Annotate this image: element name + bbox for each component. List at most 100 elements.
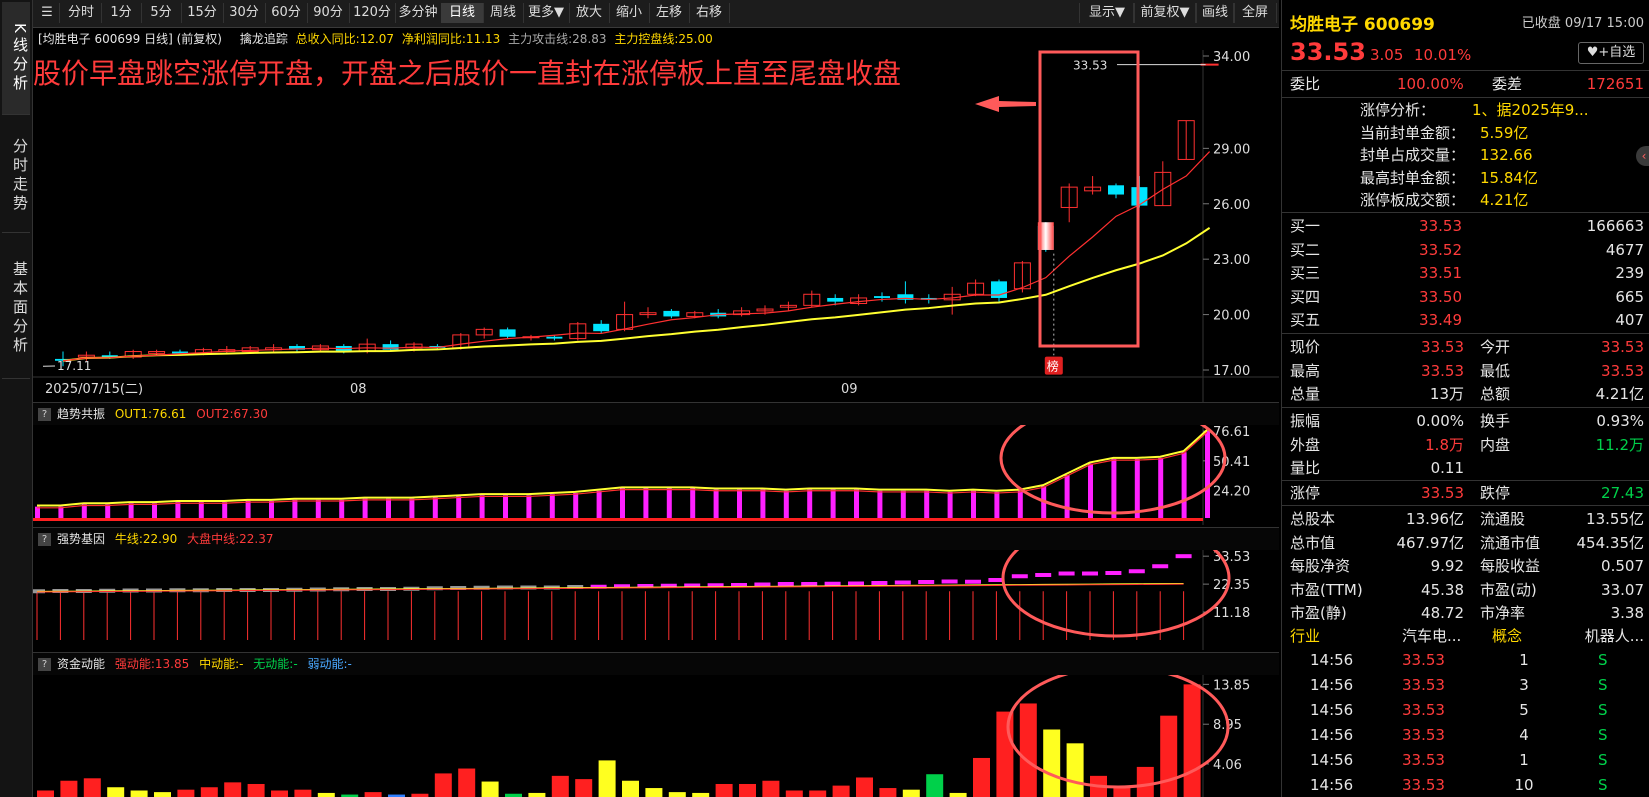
control-line — [62, 227, 1211, 362]
trend-bar — [479, 495, 485, 518]
stat-label: 涨停 — [1290, 484, 1321, 502]
add-watchlist-button[interactable]: ♥+自选 — [1578, 42, 1644, 64]
stat-row: 现价 33.53 今开 33.53 — [1282, 335, 1649, 359]
gene-dash — [1035, 573, 1052, 577]
toolbar-item-10[interactable]: 周线 — [483, 3, 524, 23]
panel1-title[interactable]: 趋势共振 — [57, 407, 105, 421]
momentum-bar — [996, 711, 1014, 797]
profit-yoy: 净利润同比:11.13 — [401, 32, 501, 46]
stat-label: 总量 — [1290, 385, 1321, 403]
candle-body — [499, 329, 516, 337]
x-tick-label: 09 — [841, 382, 858, 397]
stat-value: 33.53 — [1601, 338, 1644, 356]
y-tick-label: 26.00 — [1213, 198, 1250, 213]
panel3-title[interactable]: 资金动能 — [57, 657, 105, 671]
candlestick-chart[interactable]: 34.00 29.00 26.00 23.00 20.00 17.00 2025/07/15… — [33, 50, 1279, 402]
momentum-bar — [785, 790, 803, 797]
toolbar-item-4[interactable]: 30分 — [223, 3, 266, 23]
toolbar-right-item-1[interactable]: 前复权▼ — [1133, 3, 1197, 23]
momentum-bar — [294, 789, 312, 797]
toolbar-right-item-0[interactable]: 显示▼ — [1079, 3, 1135, 23]
trend-bar — [292, 499, 298, 518]
momentum-bar — [177, 789, 195, 797]
tab-timeshare[interactable]: 分时走势 — [2, 120, 30, 233]
capital-momentum-chart[interactable]: 13.858.954.06⚙✕ — [33, 675, 1279, 797]
bid-volume: 665 — [1615, 287, 1644, 306]
momentum-bar — [528, 792, 546, 797]
toolbar-item-8[interactable]: 多分钟 — [395, 3, 442, 23]
gene-dash — [894, 580, 911, 585]
stat-label: 外盘 — [1290, 435, 1321, 454]
concept-value[interactable]: 机器人... — [1585, 624, 1644, 648]
toolbar-item-1[interactable]: 1分 — [101, 3, 142, 23]
tab-kline[interactable]: K线分析 — [2, 2, 30, 115]
bid-price: 33.49 — [1419, 311, 1462, 329]
stat-label: 最低 — [1480, 361, 1511, 380]
momentum-bar — [1113, 787, 1131, 797]
toolbar-item-5[interactable]: 60分 — [265, 3, 308, 23]
ranking-badge-label: 榜 — [1047, 359, 1059, 374]
help-icon[interactable]: ? — [38, 533, 51, 546]
toolbar-item-3[interactable]: 15分 — [181, 3, 224, 23]
stat-row: 外盘 1.8万 内盘 11.2万 — [1282, 433, 1649, 457]
toolbar-item-7[interactable]: 120分 — [349, 3, 396, 23]
industry-value[interactable]: 汽车电... — [1402, 624, 1461, 648]
toolbar-item-13[interactable]: 缩小 — [609, 3, 650, 23]
stat-row: 市盈(TTM) 45.38 市盈(动) 33.07 — [1282, 578, 1649, 602]
toolbar-item-14[interactable]: 左移 — [649, 3, 690, 23]
tick-volume: 3 — [1519, 676, 1529, 694]
momentum-bar — [692, 792, 710, 797]
menu-toggle-icon[interactable]: ☰ — [35, 3, 60, 23]
trend-bar — [269, 500, 274, 518]
momentum-bar — [762, 780, 780, 797]
panel2-title[interactable]: 强势基因 — [57, 532, 105, 546]
gene-dash — [1058, 571, 1075, 576]
strong-gene-chart[interactable]: 33.5322.3511.18⚙✕ — [33, 550, 1279, 650]
toolbar-item-15[interactable]: 右移 — [689, 3, 730, 23]
stat-row: 总市值 467.97亿 流通市值 454.35亿 — [1282, 531, 1649, 555]
stock-label: [均胜电子 600699 日线] (前复权) — [38, 32, 222, 46]
momentum-bar — [458, 768, 476, 797]
bid-row: 买四 33.50 665 — [1282, 285, 1649, 309]
tick-time: 14:56 — [1310, 651, 1354, 669]
tab-fundamentals[interactable]: 基本面分析 — [2, 238, 30, 379]
y-tick-label: 20.00 — [1213, 309, 1250, 324]
stat-label: 市盈(动) — [1480, 580, 1537, 599]
price-change-pct: 10.01% — [1414, 46, 1472, 64]
toolbar-right-item-3[interactable]: 全屏 — [1233, 3, 1277, 23]
trend-resonance-chart[interactable]: 76.6150.4124.20⚙✕ — [33, 425, 1279, 525]
bid-price: 33.51 — [1419, 264, 1462, 282]
momentum-bar — [739, 783, 756, 797]
help-icon[interactable]: ? — [38, 658, 51, 671]
momentum-bar — [598, 760, 616, 797]
trend-bar — [690, 488, 696, 518]
indicator-name[interactable]: 擒龙追踪 — [240, 32, 288, 46]
momentum-bar — [715, 783, 733, 797]
trend-bar — [1111, 459, 1117, 518]
trend-bar — [994, 491, 1000, 518]
panel1-header: ? 趋势共振 OUT1:76.61 OUT2:67.30 — [33, 402, 1279, 425]
stat-value: 0.507 — [1601, 557, 1644, 575]
toolbar-item-0[interactable]: 分时 — [61, 3, 102, 23]
bid-price: 33.52 — [1419, 240, 1462, 259]
toolbar-item-12[interactable]: 放大 — [569, 3, 610, 23]
collapse-arrow-icon[interactable]: ‹ — [1636, 146, 1649, 166]
y-tick-label: 50.41 — [1213, 455, 1250, 470]
tick-side: S — [1598, 701, 1608, 719]
limit-info-value: 5.59亿 — [1480, 123, 1529, 142]
limit-info-row: 当前封单金额： 5.59亿 — [1282, 121, 1649, 145]
toolbar-item-11[interactable]: 更多▼ — [523, 3, 570, 23]
trend-bar — [456, 496, 462, 518]
stat-label: 量比 — [1290, 459, 1321, 477]
toolbar-item-9[interactable]: 日线 — [441, 3, 484, 23]
stat-label: 振幅 — [1290, 412, 1321, 430]
momentum-bar — [364, 792, 382, 797]
toolbar-right-item-2[interactable]: 画线 — [1195, 3, 1235, 23]
panel2-bull: 牛线:22.90 — [114, 532, 178, 546]
trend-bar — [1134, 459, 1140, 518]
stat-value: 48.72 — [1421, 604, 1464, 622]
toolbar-item-2[interactable]: 5分 — [141, 3, 182, 23]
help-icon[interactable]: ? — [38, 408, 51, 421]
limit-info-label: 封单占成交量： — [1360, 146, 1466, 164]
toolbar-item-6[interactable]: 90分 — [307, 3, 350, 23]
